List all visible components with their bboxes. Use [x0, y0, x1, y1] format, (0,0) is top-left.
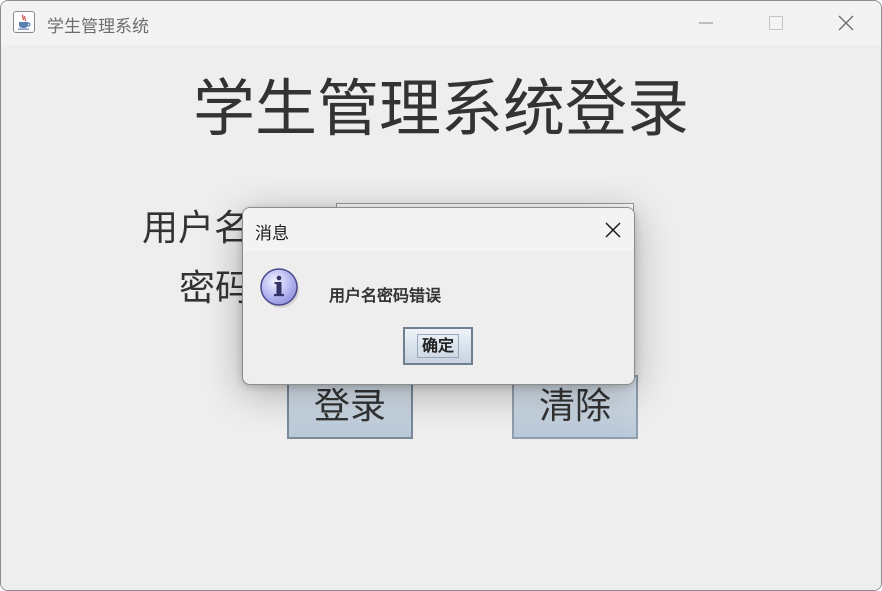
message-dialog: 消息 用户名密码错误 确定: [242, 207, 635, 385]
java-cup-icon: [13, 11, 35, 33]
page-title: 学生管理系统登录: [192, 72, 689, 145]
title-bar[interactable]: 学生管理系统: [1, 1, 881, 45]
ok-button[interactable]: 确定: [403, 327, 473, 365]
window-title: 学生管理系统: [47, 17, 149, 37]
info-icon: [258, 266, 302, 314]
dialog-title-bar[interactable]: 消息: [243, 208, 634, 251]
password-label: 密码: [179, 268, 252, 309]
username-label: 用户名: [142, 208, 251, 249]
ok-button-label: 确定: [421, 336, 454, 355]
dialog-message: 用户名密码错误: [329, 286, 442, 305]
close-icon: [605, 222, 621, 238]
maximize-button[interactable]: [741, 1, 811, 45]
dialog-close-button[interactable]: [598, 216, 628, 244]
maximize-icon: [769, 16, 783, 30]
minimize-button[interactable]: [671, 1, 741, 45]
dialog-title: 消息: [255, 224, 289, 244]
close-icon: [838, 15, 854, 31]
minimize-icon: [699, 22, 713, 24]
close-button[interactable]: [811, 1, 881, 45]
